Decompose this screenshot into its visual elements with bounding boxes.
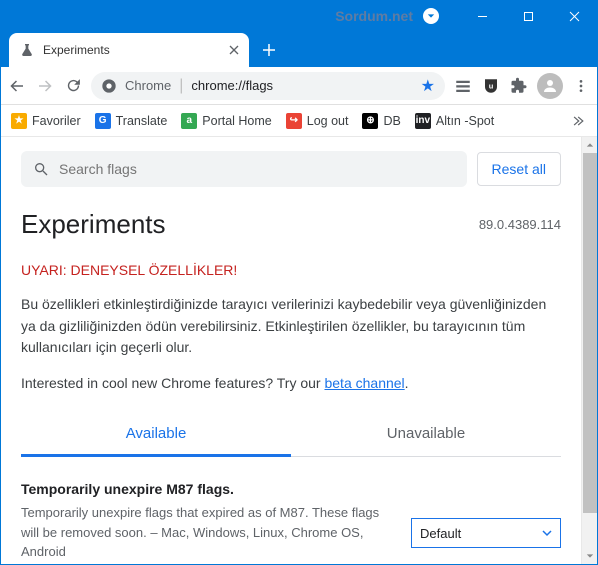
- reset-all-button[interactable]: Reset all: [477, 152, 561, 186]
- scroll-up-arrow[interactable]: [582, 137, 597, 153]
- chrome-version: 89.0.4389.114: [479, 217, 561, 232]
- tab-close-icon[interactable]: [229, 45, 239, 55]
- omnibox-chip-label: Chrome: [125, 78, 171, 93]
- bookmark-logout[interactable]: ↪Log out: [286, 113, 349, 129]
- beta-prompt: Interested in cool new Chrome features? …: [21, 375, 561, 391]
- tab-title: Experiments: [43, 43, 221, 57]
- address-bar[interactable]: Chrome | chrome://flags ★: [91, 72, 445, 100]
- forward-button[interactable]: [35, 76, 55, 96]
- bookmark-portal-home[interactable]: aPortal Home: [181, 113, 271, 129]
- chevron-down-icon: [542, 528, 552, 538]
- menu-dots-icon[interactable]: [571, 76, 591, 96]
- bookmark-star-icon[interactable]: ★: [421, 76, 435, 96]
- dropdown-circle-icon[interactable]: [423, 8, 439, 24]
- window-maximize-button[interactable]: [505, 1, 551, 31]
- page-content: Reset all 89.0.4389.114 Experiments UYAR…: [1, 137, 581, 564]
- browser-tab[interactable]: Experiments: [9, 33, 249, 67]
- beta-channel-link[interactable]: beta channel: [324, 375, 404, 391]
- bookmarks-bar: ★Favoriler GTranslate aPortal Home ↪Log …: [1, 105, 597, 137]
- watermark-text: Sordum.net: [335, 8, 413, 24]
- search-flags-input[interactable]: [59, 161, 455, 177]
- bookmark-db[interactable]: ⊕DB: [362, 113, 400, 129]
- new-tab-button[interactable]: [255, 36, 283, 64]
- tab-available[interactable]: Available: [21, 413, 291, 457]
- window-minimize-button[interactable]: [459, 1, 505, 31]
- warning-body: Bu özellikleri etkinleştirdiğinizde tara…: [21, 294, 561, 359]
- omnibox-separator: |: [179, 77, 183, 95]
- vertical-scrollbar[interactable]: [581, 137, 597, 564]
- bookmark-translate[interactable]: GTranslate: [95, 113, 168, 129]
- navigation-toolbar: Chrome | chrome://flags ★ u: [1, 67, 597, 105]
- profile-avatar[interactable]: [537, 73, 563, 99]
- window-titlebar: Sordum.net: [1, 1, 597, 31]
- flags-tabs: Available Unavailable: [21, 413, 561, 457]
- flask-icon: [19, 42, 35, 58]
- extension-icon-1[interactable]: [453, 76, 473, 96]
- extensions-puzzle-icon[interactable]: [509, 76, 529, 96]
- flag-state-select[interactable]: Default: [411, 518, 561, 548]
- back-button[interactable]: [7, 76, 27, 96]
- flag-description: Temporarily unexpire flags that expired …: [21, 503, 395, 562]
- window-close-button[interactable]: [551, 1, 597, 31]
- reload-button[interactable]: [63, 76, 83, 96]
- ublock-icon[interactable]: u: [481, 76, 501, 96]
- scroll-thumb[interactable]: [583, 153, 597, 513]
- warning-text: UYARI: DENEYSEL ÖZELLİKLER!: [21, 262, 561, 278]
- search-icon: [33, 161, 49, 177]
- bookmarks-overflow-icon[interactable]: [567, 111, 587, 131]
- flag-title: Temporarily unexpire M87 flags.: [21, 481, 395, 497]
- omnibox-url: chrome://flags: [191, 78, 412, 93]
- chrome-icon: [101, 78, 117, 94]
- bookmark-favoriler[interactable]: ★Favoriler: [11, 113, 81, 129]
- bookmark-altin-spot[interactable]: invAltın -Spot: [415, 113, 494, 129]
- tab-unavailable[interactable]: Unavailable: [291, 413, 561, 456]
- tabstrip: Experiments: [1, 31, 597, 67]
- svg-text:u: u: [489, 81, 494, 90]
- flag-item: Temporarily unexpire M87 flags. Temporar…: [21, 481, 561, 564]
- scroll-down-arrow[interactable]: [582, 548, 597, 564]
- search-flags-box[interactable]: [21, 151, 467, 187]
